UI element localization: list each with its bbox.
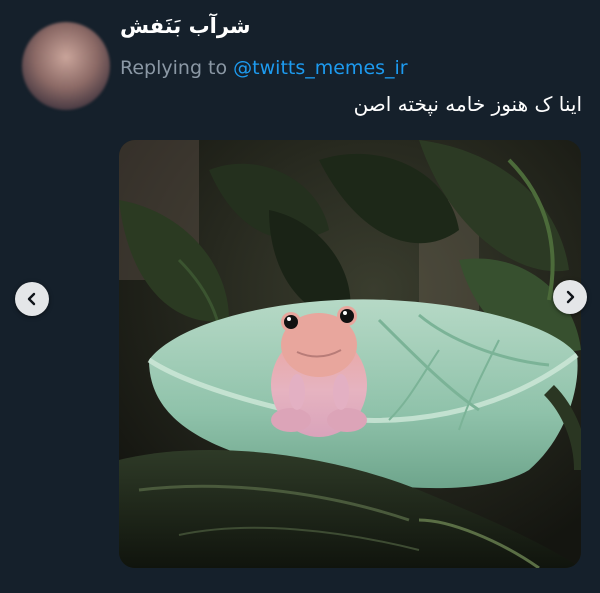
tweet-media[interactable] [119, 140, 581, 568]
avatar[interactable] [22, 22, 110, 110]
display-name[interactable]: شرآب بَنَفش [120, 14, 251, 38]
chevron-left-icon [27, 292, 36, 306]
mention-link[interactable]: @twitts_memes_ir [233, 57, 407, 79]
replying-to-label: Replying to [120, 57, 228, 79]
carousel-prev-button[interactable] [15, 282, 49, 316]
carousel-next-button[interactable] [553, 280, 587, 314]
frog-photo [119, 140, 581, 568]
chevron-right-icon [566, 290, 575, 304]
replying-to: Replying to @twitts_memes_ir [120, 57, 408, 79]
tweet-text: اینا ک هنوز خامه نپخته اصن [353, 92, 582, 116]
